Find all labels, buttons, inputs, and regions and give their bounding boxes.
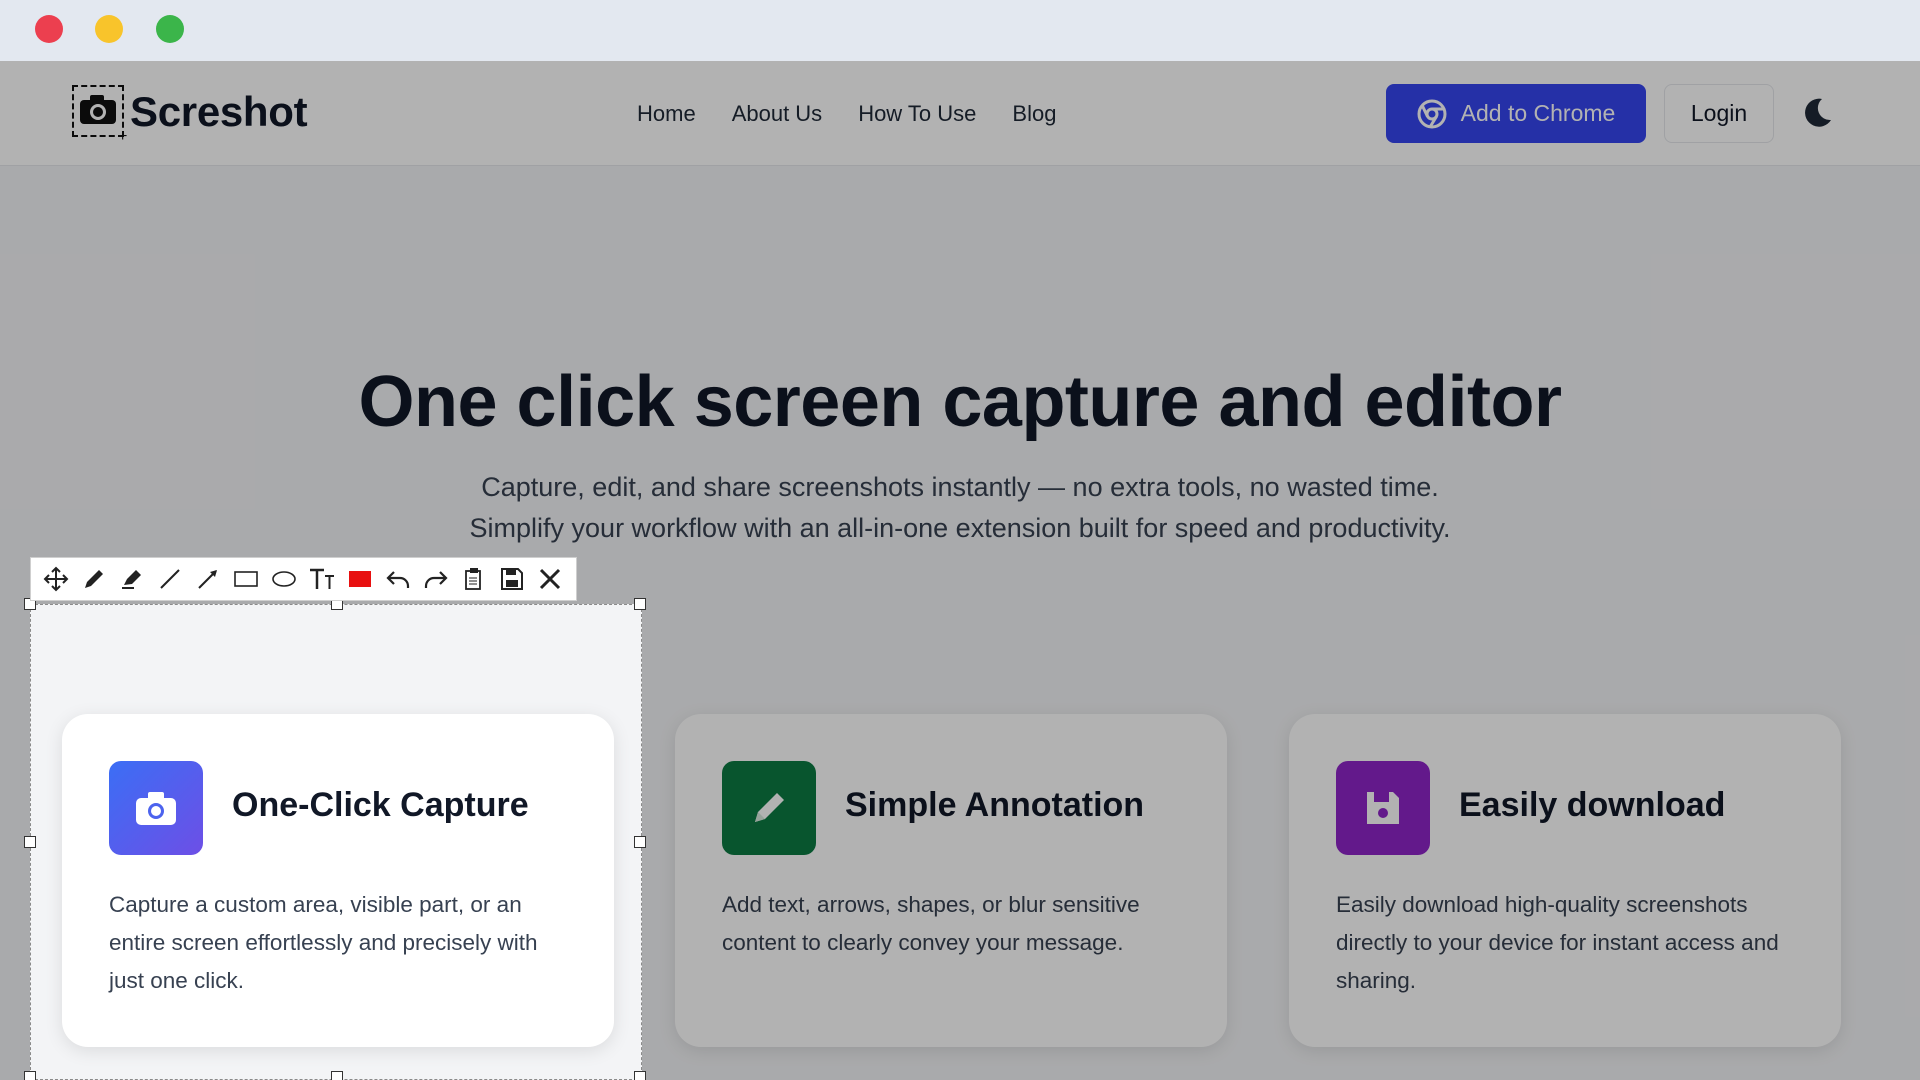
save-icon[interactable] — [493, 559, 531, 599]
annotation-toolbar — [30, 557, 577, 601]
resize-handle[interactable] — [634, 1071, 646, 1080]
resize-handle[interactable] — [331, 1071, 343, 1080]
resize-handle[interactable] — [24, 1071, 36, 1080]
window-titlebar — [0, 0, 1920, 61]
window-maximize-button[interactable] — [156, 15, 184, 43]
capture-selection[interactable] — [24, 598, 646, 1080]
rectangle-icon[interactable] — [227, 559, 265, 599]
dim-overlay-top — [0, 61, 1920, 604]
resize-handle[interactable] — [634, 598, 646, 610]
arrow-icon[interactable] — [189, 559, 227, 599]
text-icon[interactable] — [303, 559, 341, 599]
ellipse-icon[interactable] — [265, 559, 303, 599]
line-icon[interactable] — [151, 559, 189, 599]
copy-icon[interactable] — [455, 559, 493, 599]
window-close-button[interactable] — [35, 15, 63, 43]
resize-handle[interactable] — [634, 836, 646, 848]
redo-icon[interactable] — [417, 559, 455, 599]
window-minimize-button[interactable] — [95, 15, 123, 43]
undo-icon[interactable] — [379, 559, 417, 599]
close-icon[interactable] — [531, 559, 569, 599]
dim-overlay-right — [642, 604, 1920, 1080]
highlighter-icon[interactable] — [113, 559, 151, 599]
pencil-icon[interactable] — [75, 559, 113, 599]
resize-handle[interactable] — [24, 836, 36, 848]
color-swatch[interactable] — [341, 559, 379, 599]
move-icon[interactable] — [37, 559, 75, 599]
